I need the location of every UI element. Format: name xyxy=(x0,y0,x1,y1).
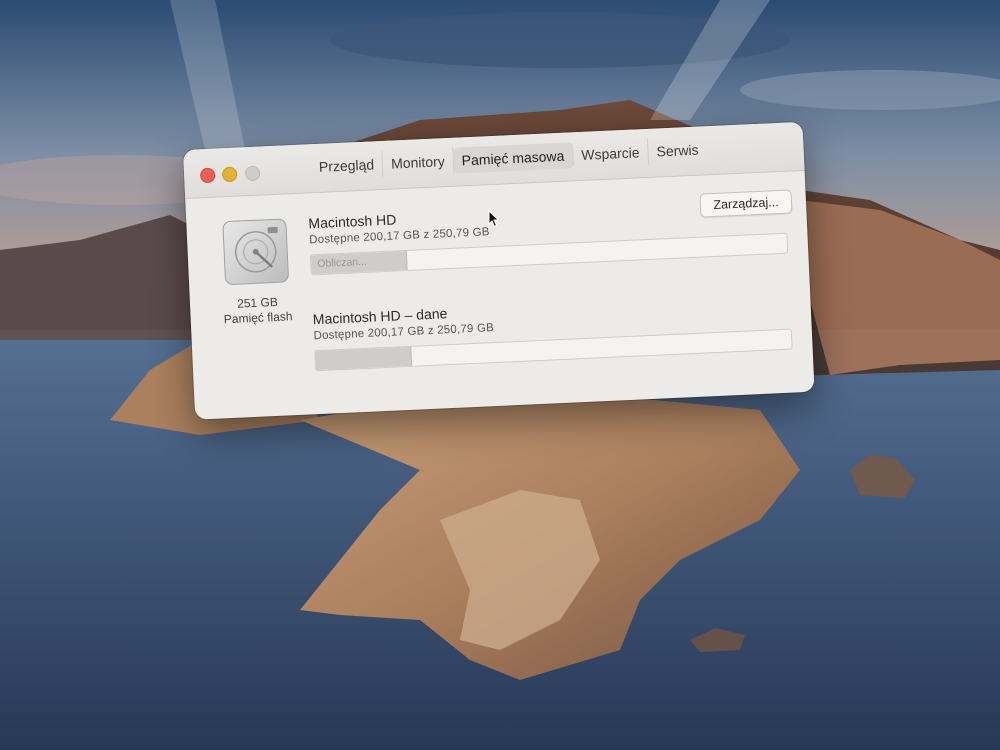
tab-service[interactable]: Serwis xyxy=(648,136,707,165)
zoom-window-button xyxy=(244,165,261,182)
minimize-window-button[interactable] xyxy=(221,166,238,183)
about-this-mac-window: Przegląd Monitory Pamięć masowa Wsparcie… xyxy=(183,121,815,420)
storage-usage-fill xyxy=(315,346,413,371)
mouse-cursor-icon xyxy=(488,210,500,228)
volume-macintosh-hd-data: Macintosh HD – dane Dostępne 200,17 GB z… xyxy=(312,290,794,372)
tab-displays[interactable]: Monitory xyxy=(382,147,455,177)
disk-type: Pamięć flash xyxy=(223,309,293,327)
storage-panel: 251 GB Pamięć flash Macintosh HD Dostępn… xyxy=(185,171,814,420)
tab-storage[interactable]: Pamięć masowa xyxy=(453,142,574,174)
tab-support[interactable]: Wsparcie xyxy=(572,138,650,169)
hard-drive-icon xyxy=(222,218,290,286)
tab-bar: Przegląd Monitory Pamięć masowa Wsparcie… xyxy=(310,136,707,181)
storage-usage-label: Obliczan... xyxy=(317,255,368,271)
manage-storage-button[interactable]: Zarządzaj... xyxy=(699,189,793,218)
tab-overview[interactable]: Przegląd xyxy=(310,150,384,181)
close-window-button[interactable] xyxy=(199,167,216,184)
